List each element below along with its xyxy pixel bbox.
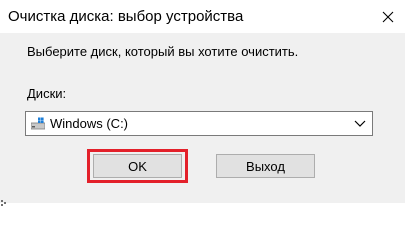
instruction-text: Выберите диск, который вы хотите очистит… [27, 44, 299, 59]
ok-button[interactable]: OK [93, 154, 182, 178]
chevron-down-icon[interactable] [354, 120, 366, 128]
close-icon [382, 11, 394, 22]
bottom-edge-fragment [0, 194, 8, 206]
disk-cleanup-dialog: Очистка диска: выбор устройства Выберите… [0, 0, 405, 206]
close-button[interactable] [371, 0, 405, 33]
title-bar: Очистка диска: выбор устройства [0, 0, 405, 33]
drive-select-value: Windows (C:) [50, 116, 129, 131]
drive-select[interactable]: Windows (C:) [25, 111, 373, 136]
drives-label: Диски: [27, 86, 67, 101]
windows-drive-icon [31, 117, 45, 131]
dialog-body: Выберите диск, который вы хотите очистит… [0, 33, 405, 203]
window-title: Очистка диска: выбор устройства [8, 8, 244, 25]
exit-button[interactable]: Выход [216, 154, 315, 178]
